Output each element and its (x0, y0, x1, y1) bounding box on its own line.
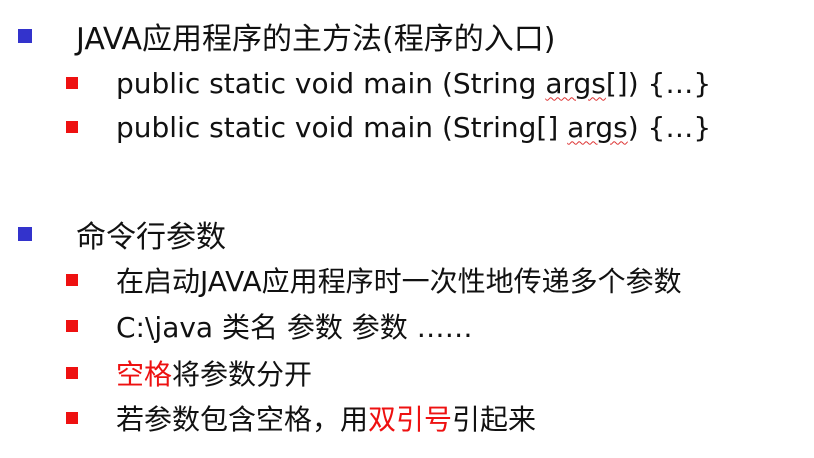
highlight-text: 双引号 (368, 403, 453, 436)
spellcheck-word: args (545, 66, 606, 100)
sub-bullet-pass-params: 在启动JAVA应用程序时一次性地传递多个参数 (66, 260, 682, 300)
main-method-heading: JAVA应用程序的主方法(程序的入口) (76, 22, 556, 57)
red-square-bullet-icon (66, 274, 78, 286)
blue-square-bullet-icon (18, 227, 32, 241)
sub-bullet-signature-2: public static void main (String[] args) … (66, 107, 711, 147)
red-square-bullet-icon (66, 367, 78, 379)
slide: JAVA应用程序的主方法(程序的入口) public static void m… (0, 0, 814, 458)
signature-2-text: public static void main (String[] args) … (116, 110, 712, 144)
sub-bullet-command-example: C:\java 类名 参数 参数 …… (66, 306, 473, 346)
red-square-bullet-icon (66, 412, 78, 424)
command-line-args-heading: 命令行参数 (76, 220, 226, 255)
sub-bullet-quote-spaces: 若参数包含空格，用双引号引起来 (66, 398, 536, 438)
space-separator-text: 空格将参数分开 (116, 358, 313, 391)
highlight-text: 空格 (116, 358, 173, 391)
spellcheck-word: args (567, 110, 628, 144)
sub-bullet-space-separator: 空格将参数分开 (66, 353, 312, 393)
red-square-bullet-icon (66, 121, 78, 133)
blue-square-bullet-icon (18, 29, 32, 43)
red-square-bullet-icon (66, 77, 78, 89)
command-example-text: C:\java 类名 参数 参数 …… (116, 311, 473, 344)
sub-bullet-signature-1: public static void main (String args[]) … (66, 63, 711, 103)
bullet-main-method: JAVA应用程序的主方法(程序的入口) (18, 14, 555, 58)
pass-params-text: 在启动JAVA应用程序时一次性地传递多个参数 (116, 265, 682, 298)
red-square-bullet-icon (66, 320, 78, 332)
quote-spaces-text: 若参数包含空格，用双引号引起来 (116, 403, 537, 436)
signature-1-text: public static void main (String args[]) … (116, 66, 712, 100)
bullet-command-line-args: 命令行参数 (18, 212, 226, 256)
